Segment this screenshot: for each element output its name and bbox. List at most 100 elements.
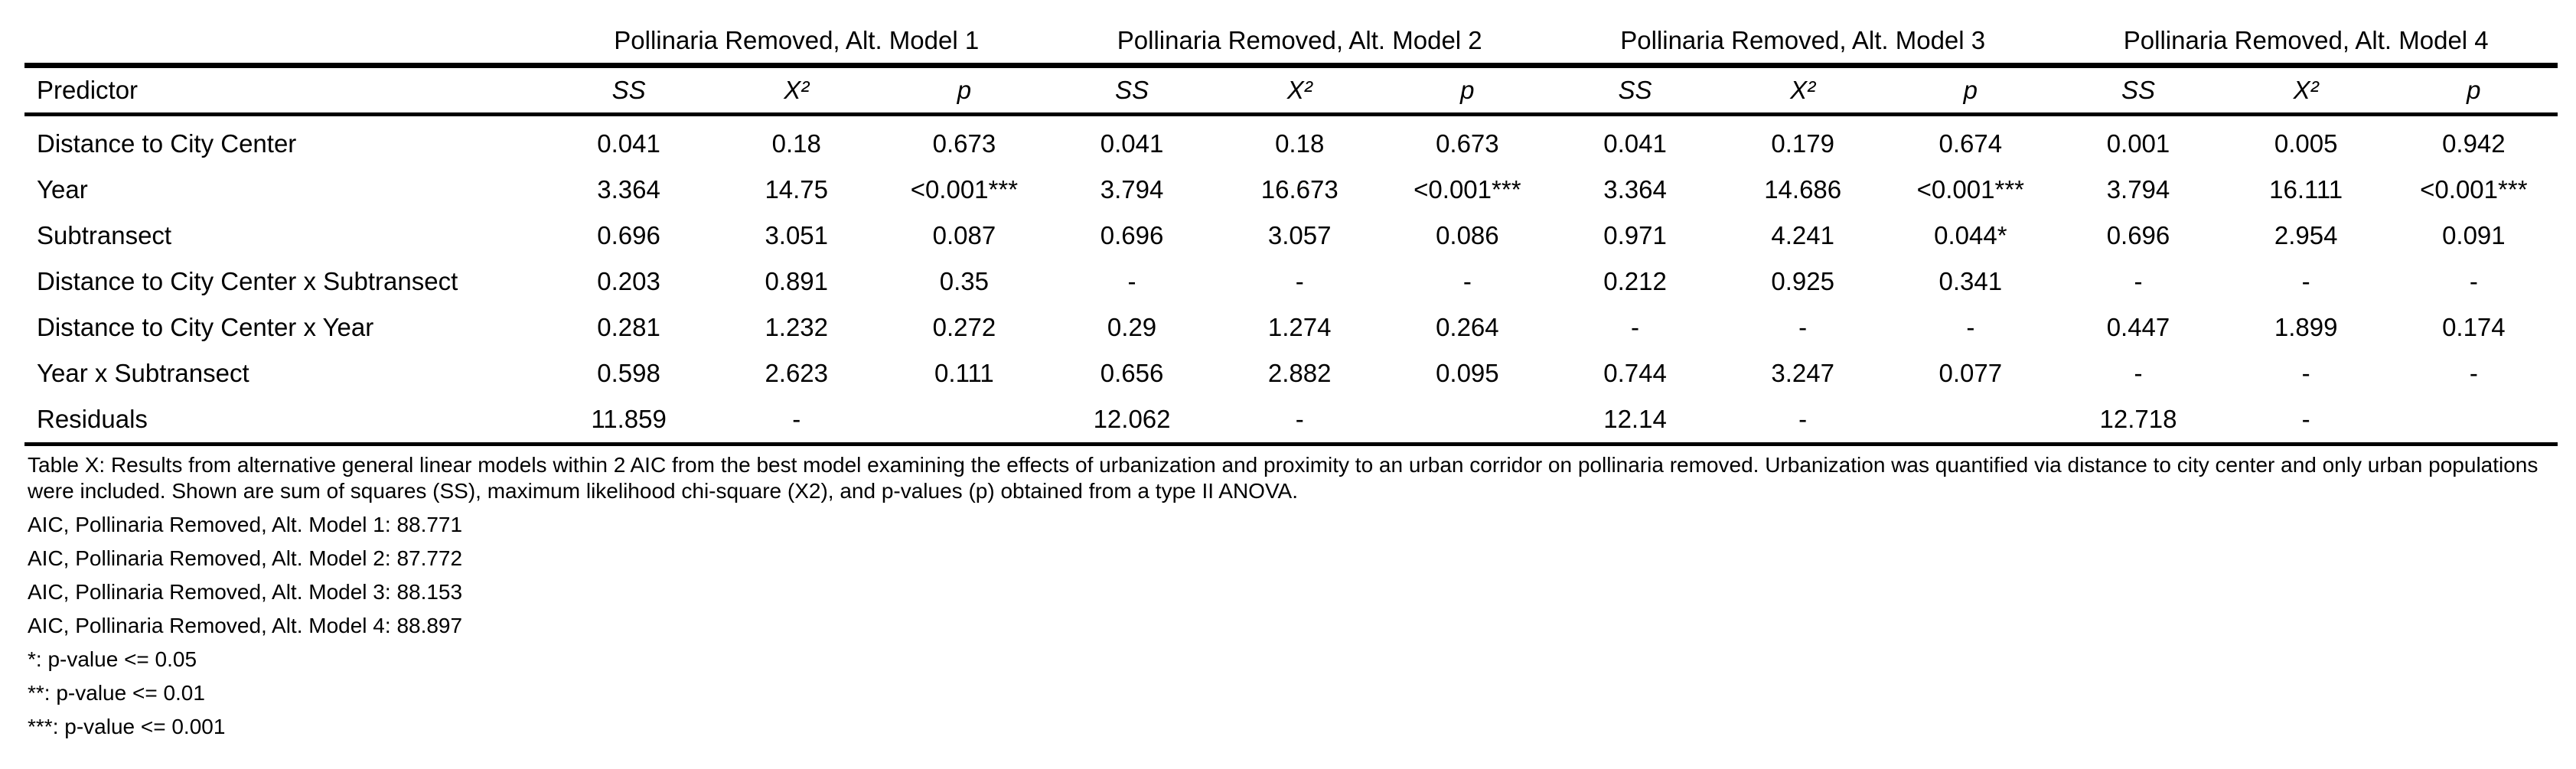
chi-square-value-cell: 0.18 (1275, 129, 1325, 158)
ss-value-cell: 0.041 (1100, 129, 1164, 158)
ss-value-cell: 0.29 (1107, 313, 1157, 341)
significance-note: ***: p-value <= 0.001 (28, 715, 226, 738)
ss-header: SS (1550, 65, 1720, 116)
ss-value-cell: - (2134, 359, 2143, 387)
table-row: Residuals 11.859-12.062-12.14-12.718- (24, 396, 2558, 446)
predictor-name: Year (37, 175, 88, 204)
p-value-cell: 0.35 (939, 267, 989, 295)
p-value-cell: 0.264 (1436, 313, 1499, 341)
p-value-cell: 0.087 (932, 221, 996, 249)
model-group-header-row: Pollinaria Removed, Alt. Model 1 Pollina… (24, 18, 2558, 68)
p-value-cell: 0.095 (1436, 359, 1499, 387)
p-value-cell: 0.086 (1436, 221, 1499, 249)
ss-value-cell: - (2134, 267, 2143, 295)
aic-note: AIC, Pollinaria Removed, Alt. Model 1: 8… (28, 513, 463, 536)
ss-value-cell: 3.364 (1603, 175, 1667, 204)
chi-square-value-cell: 0.005 (2274, 129, 2338, 158)
results-document: Pollinaria Removed, Alt. Model 1 Pollina… (24, 18, 2558, 740)
p-value-cell: 0.111 (934, 359, 994, 387)
chi-square-value-cell: 3.057 (1267, 221, 1332, 249)
table-body: Distance to City Center 0.041 0.18 0.673 0.0… (24, 115, 2558, 446)
chi-square-value-cell: - (1215, 396, 1384, 446)
ss-value-cell: 0.598 (597, 359, 660, 387)
p-value-cell: - (2469, 267, 2478, 295)
aic-note: AIC, Pollinaria Removed, Alt. Model 2: 8… (28, 546, 463, 570)
ss-value-cell: 0.656 (1100, 359, 1164, 387)
ss-value-cell: 3.794 (2106, 175, 2170, 204)
p-value-cell: 0.341 (1939, 267, 2003, 295)
chi-square-value-cell: 16.111 (2269, 175, 2343, 204)
ss-value-cell: 0.744 (1603, 359, 1667, 387)
table-row: Year 3.364 14.75 <0.001*** 3.794 16.673 <0.001… (24, 167, 2558, 213)
p-value-cell: <0.001*** (1916, 175, 2025, 204)
table-caption: Table X: Results from alternative genera… (28, 453, 2539, 503)
significance-note: *: p-value <= 0.05 (28, 647, 197, 671)
p-value-cell: <0.001*** (910, 175, 1019, 204)
ss-value-cell: 3.794 (1100, 175, 1164, 204)
predictor-name: Distance to City Center (37, 129, 297, 158)
chi-square-value-cell: 3.247 (1771, 359, 1834, 387)
ss-value-cell: 12.718 (2054, 396, 2222, 446)
ss-value-cell: 0.001 (2106, 129, 2170, 158)
table-row: Distance to City Center 0.041 0.18 0.673 0.0… (24, 115, 2558, 168)
chi-square-value-cell: 16.673 (1260, 175, 1339, 204)
group-header-model-2: Pollinaria Removed, Alt. Model 2 (1048, 18, 1551, 68)
ss-value-cell: 0.212 (1603, 267, 1667, 295)
p-value-header: p (2389, 65, 2558, 116)
p-value-header: p (1383, 65, 1551, 116)
predictor-name: Distance to City Center x Subtransect (37, 267, 458, 295)
group-header-model-3: Pollinaria Removed, Alt. Model 3 (1550, 18, 2055, 68)
predictor-name: Residuals (24, 396, 545, 446)
ss-value-cell: - (1631, 313, 1640, 341)
p-value-cell: 0.272 (932, 313, 996, 341)
chi-square-value-cell: - (1798, 313, 1808, 341)
chi-square-value-cell: - (2301, 267, 2310, 295)
ss-header: SS (2054, 65, 2222, 116)
p-value-cell: 0.077 (1939, 359, 2003, 387)
p-value-cell: - (1966, 313, 1975, 341)
predictor-column-header: Predictor (24, 65, 545, 116)
ss-value-cell: 0.696 (597, 221, 660, 249)
p-value-cell (880, 396, 1048, 446)
ss-value-cell: 0.971 (1603, 221, 1667, 249)
group-header-model-4: Pollinaria Removed, Alt. Model 4 (2054, 18, 2558, 68)
p-value-cell: 0.674 (1939, 129, 2003, 158)
aic-note: AIC, Pollinaria Removed, Alt. Model 3: 8… (28, 580, 463, 604)
chi-square-value-cell: 4.241 (1771, 221, 1834, 249)
anova-results-table: Pollinaria Removed, Alt. Model 1 Pollina… (24, 18, 2558, 446)
ss-value-cell: 12.14 (1550, 396, 1720, 446)
chi-square-value-cell: 1.232 (765, 313, 829, 341)
ss-header: SS (545, 65, 713, 116)
p-value-cell: 0.091 (2442, 221, 2506, 249)
chi-square-value-cell: 0.925 (1771, 267, 1834, 295)
significance-note: **: p-value <= 0.01 (28, 681, 205, 705)
p-value-cell (1383, 396, 1551, 446)
chi-square-value-cell: - (1295, 267, 1304, 295)
ss-value-cell: 0.203 (597, 267, 660, 295)
predictor-name: Distance to City Center x Year (37, 313, 374, 341)
chi-square-header: X² (712, 65, 881, 116)
p-value-cell: 0.942 (2442, 129, 2506, 158)
ss-value-cell: 0.696 (2106, 221, 2170, 249)
chi-square-value-cell: 2.882 (1267, 359, 1332, 387)
group-header-spacer (24, 18, 545, 68)
p-value-cell: - (1462, 267, 1472, 295)
chi-square-value-cell: 14.75 (765, 175, 829, 204)
p-value-cell: - (2469, 359, 2478, 387)
chi-square-header: X² (2222, 65, 2390, 116)
table-row: Distance to City Center x Year 0.281 1.232… (24, 305, 2558, 350)
group-header-model-1: Pollinaria Removed, Alt. Model 1 (545, 18, 1048, 68)
p-value-cell: <0.001*** (1414, 175, 1521, 204)
ss-value-cell: 0.447 (2106, 313, 2170, 341)
ss-value-cell: 3.364 (597, 175, 660, 204)
predictor-name: Subtransect (37, 221, 172, 249)
p-value-cell (2389, 396, 2558, 446)
table-row: Year x Subtransect 0.598 2.623 0.111 0.656 2.… (24, 350, 2558, 396)
chi-square-value-cell: 0.891 (765, 267, 829, 295)
predictor-name: Year x Subtransect (37, 359, 249, 387)
ss-value-cell: - (1127, 267, 1136, 295)
aic-note: AIC, Pollinaria Removed, Alt. Model 4: 8… (28, 614, 463, 637)
chi-square-value-cell: 3.051 (765, 221, 829, 249)
p-value-cell (1886, 396, 2055, 446)
ss-header: SS (1048, 65, 1216, 116)
